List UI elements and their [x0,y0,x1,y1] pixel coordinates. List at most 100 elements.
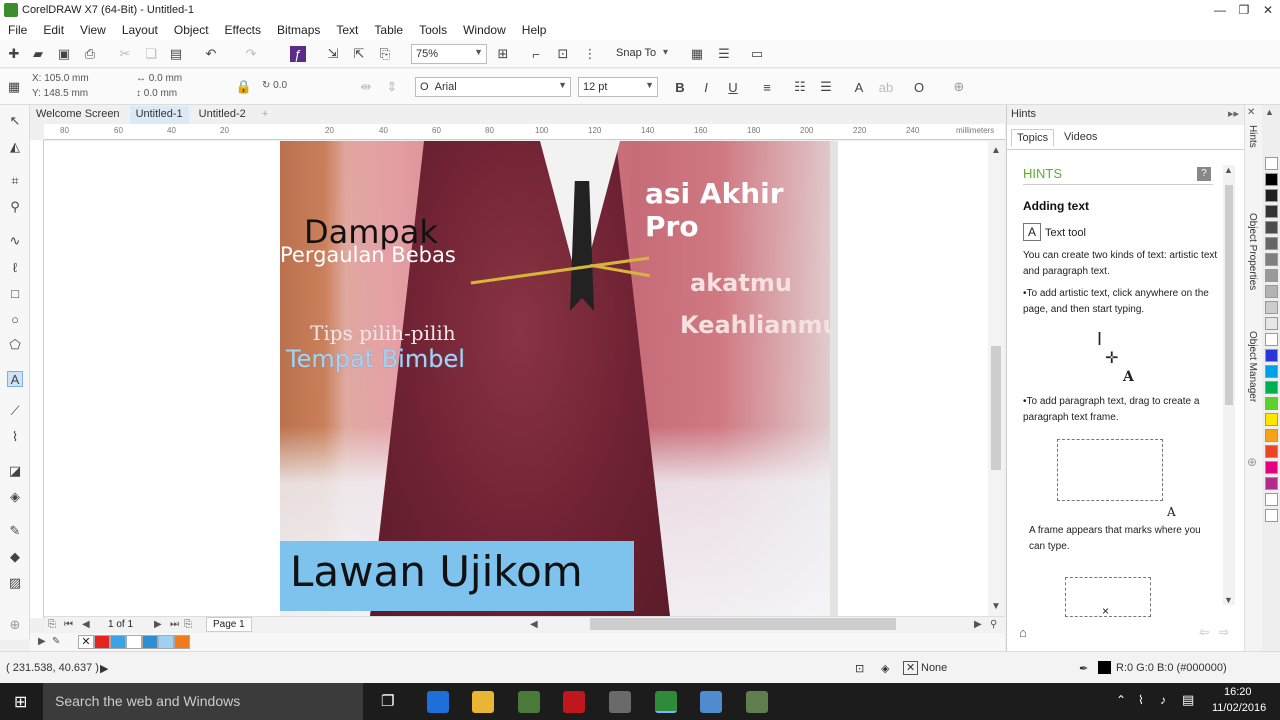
minimize-button[interactable]: — [1208,0,1232,20]
add-tool-icon[interactable]: ⊕ [7,617,23,633]
show-grid-icon[interactable]: ⊡ [555,46,571,62]
transparency-tool-icon[interactable]: ◈ [7,489,23,505]
edge-browser-icon[interactable] [427,691,449,713]
scroll-thumb[interactable] [991,346,1001,470]
clock-date[interactable]: 11/02/2016 [1212,702,1266,714]
app-icon[interactable] [746,691,768,713]
palette-swatch[interactable] [1265,221,1278,234]
palette-swatch[interactable] [1265,253,1278,266]
palette-expand-icon[interactable]: ▶ [38,636,46,647]
show-rulers-icon[interactable]: ⌐ [528,46,544,62]
color-swatch[interactable] [110,635,126,649]
palette-swatch[interactable] [1265,349,1278,362]
side-tab-hints[interactable]: Hints [1247,125,1258,148]
publish-pdf-icon[interactable]: ⎘ [377,46,393,62]
tab-untitled-1[interactable]: Untitled-1 [129,106,189,124]
zoom-tool-icon[interactable]: ⚲ [7,199,23,215]
lock-ratio-icon[interactable]: 🔒 [236,79,252,95]
color-swatch[interactable] [94,635,110,649]
tab-videos[interactable]: Videos [1059,129,1102,145]
underline-icon[interactable]: U [725,79,741,95]
scroll-down-icon[interactable]: ▼ [1224,595,1233,605]
text-pergaulan-bebas[interactable]: Pergaulan Bebas [280,243,456,267]
photos-icon[interactable] [609,691,631,713]
text-align-icon[interactable]: ≡ [759,79,775,95]
task-view-icon[interactable]: ❐ [381,692,394,710]
app-icon[interactable] [518,691,540,713]
palette-swatch[interactable] [1265,461,1278,474]
page-tab[interactable]: Page 1 [206,617,252,632]
scroll-down-icon[interactable]: ▼ [991,601,1001,612]
color-swatch[interactable] [126,635,142,649]
save-icon[interactable]: ▣ [56,46,72,62]
palette-swatch[interactable] [1265,429,1278,442]
smart-fill-tool-icon[interactable]: ▨ [7,575,23,591]
menu-layout[interactable]: Layout [114,23,166,37]
italic-icon[interactable]: I [698,79,714,95]
font-preview-icon[interactable]: O [911,79,927,95]
add-icon[interactable]: ⊕ [951,79,967,95]
scroll-up-icon[interactable]: ▲ [991,145,1001,156]
taskbar-search-box[interactable]: Search the web and Windows [43,683,363,720]
app-icon[interactable] [700,691,722,713]
menu-effects[interactable]: Effects [217,23,269,37]
width-field[interactable]: ↔ 0.0 mm [136,73,182,84]
font-size-select[interactable]: 12 pt ▼ [578,77,658,97]
redo-icon[interactable]: ↷ [243,46,259,62]
paste-icon[interactable]: ▤ [168,46,184,62]
first-page-icon[interactable]: ⏮ [64,619,73,630]
vertical-scrollbar[interactable]: ▲ ▼ [988,141,1004,616]
help-icon[interactable]: ? [1197,167,1211,181]
menu-file[interactable]: File [0,23,35,37]
palette-swatch[interactable] [1265,205,1278,218]
menu-bitmaps[interactable]: Bitmaps [269,23,328,37]
options-icon[interactable]: ▦ [689,46,705,62]
palette-swatch[interactable] [1265,509,1278,522]
add-docker-icon[interactable]: ⊕ [1247,455,1257,469]
palette-swatch[interactable] [1265,269,1278,282]
palette-swatch[interactable] [1265,477,1278,490]
palette-swatch[interactable] [1265,189,1278,202]
menu-object[interactable]: Object [166,23,217,37]
text-lawan-ujikom[interactable]: Lawan Ujikom [290,547,583,596]
close-button[interactable]: ✕ [1256,0,1280,20]
fill-settings-icon[interactable]: ⊡ [855,662,864,675]
color-swatch[interactable] [142,635,158,649]
scroll-left-icon[interactable]: ◀ [530,619,538,630]
open-icon[interactable]: ▰ [30,46,46,62]
scroll-thumb[interactable] [1225,185,1233,405]
menu-table[interactable]: Table [366,23,411,37]
palette-swatch[interactable] [1265,301,1278,314]
copy-icon[interactable]: ❏ [143,46,159,62]
flash-icon[interactable] [563,691,585,713]
home-icon[interactable]: ⌂ [1019,625,1027,640]
bullet-list-icon[interactable]: ☷ [792,79,808,95]
outline-pen-icon[interactable]: ✒ [1079,662,1088,675]
tab-welcome-screen[interactable]: Welcome Screen [30,106,126,124]
chevron-down-icon[interactable]: ▾ [663,47,668,58]
palette-swatch[interactable] [1265,381,1278,394]
drop-cap-icon[interactable]: ☰ [818,79,834,95]
object-origin-icon[interactable]: ▦ [6,79,22,95]
rotation-angle[interactable]: ↻ 0.0 [262,80,287,91]
edit-text-icon[interactable]: ab [878,79,894,95]
rectangle-tool-icon[interactable]: □ [7,285,23,301]
shape-tool-icon[interactable]: ◭ [7,139,23,155]
palette-swatch[interactable] [1265,173,1278,186]
crop-tool-icon[interactable]: ⌗ [7,173,23,189]
text-properties-icon[interactable]: A [851,79,867,95]
palette-swatch[interactable] [1265,157,1278,170]
menu-help[interactable]: Help [514,23,555,37]
hints-scrollbar[interactable]: ▲ ▼ [1223,165,1235,605]
coreldraw-taskbar-icon[interactable] [655,691,677,713]
font-list-select[interactable]: Ο Arial ▼ [415,77,571,97]
print-icon[interactable]: ⎙ [82,46,98,62]
forward-icon[interactable]: ⇨ [1219,625,1229,639]
palette-swatch[interactable] [1265,333,1278,346]
drop-shadow-tool-icon[interactable]: ◪ [7,463,23,479]
cut-icon[interactable]: ✂ [117,46,133,62]
last-page-icon[interactable]: ⏭ [170,619,179,630]
maximize-button[interactable]: ❐ [1232,0,1256,20]
vertical-ruler[interactable] [30,140,44,618]
ellipse-tool-icon[interactable]: ○ [7,311,23,327]
